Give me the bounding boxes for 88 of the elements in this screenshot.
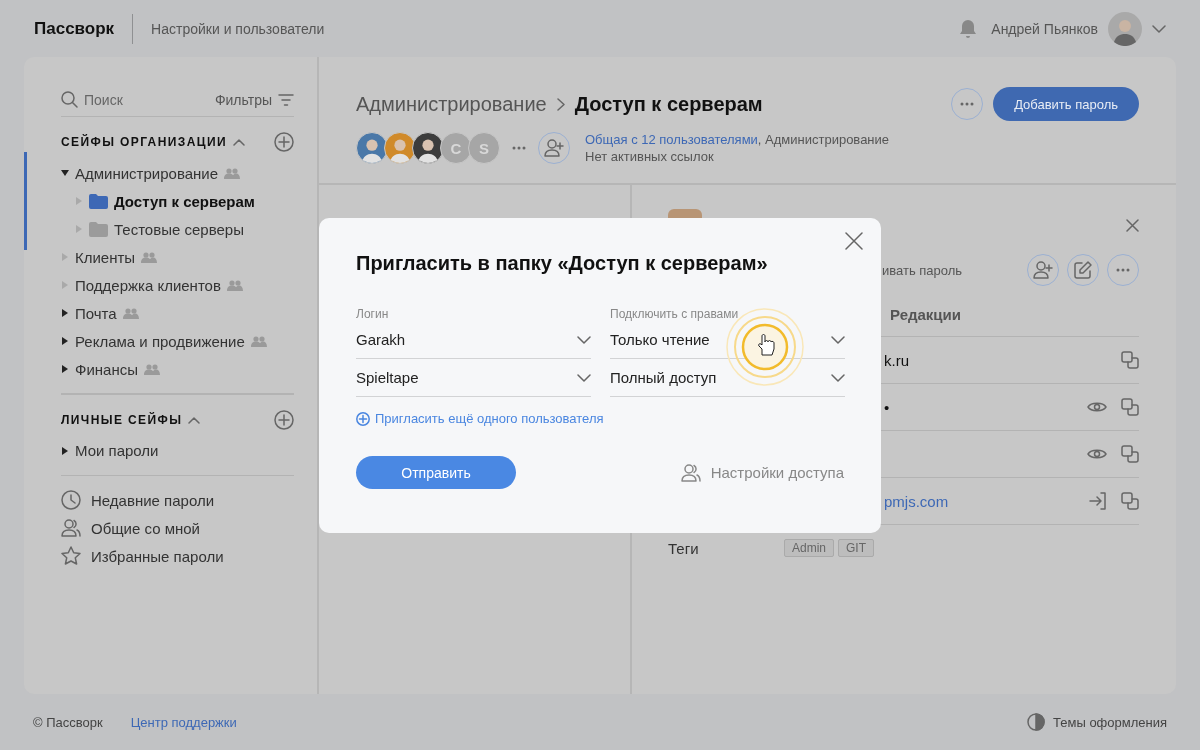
ellipsis-icon [512,146,526,150]
nav-link[interactable]: Недавние пароли [91,491,215,509]
people-icon [122,307,139,319]
people-icon [226,279,243,291]
history-tab[interactable]: Редакции [890,305,961,323]
copy-icon [1121,492,1139,510]
sharing-info: Общая с 12 пользователями, Администрирование [585,131,890,148]
people-icon [141,251,158,263]
eye-icon [1087,400,1107,414]
search-field[interactable]: Поиск [78,91,174,108]
people-icon [144,363,160,375]
filter-icon [278,93,294,106]
chevron-up-icon [232,138,245,146]
person-add-icon [1033,261,1053,279]
login-select[interactable]: Spieltape [356,359,591,397]
logo[interactable]: Пассворк [34,18,115,39]
eye-icon [1087,447,1107,461]
clock-icon [61,490,81,510]
people-icon [680,463,701,482]
hint-text: ивать пароль [882,262,963,278]
person-add-icon [544,139,564,157]
copy-icon [1121,445,1139,463]
vault-item[interactable]: Тестовые серверы [114,220,244,238]
user-name[interactable]: Андрей Пьянков [991,20,1098,37]
caret-icon[interactable] [61,365,69,373]
user-avatar[interactable] [1108,11,1142,46]
people-icon [250,335,267,347]
avatar[interactable] [384,132,416,164]
tags-label: Теги [668,539,700,557]
vault-item[interactable]: Доступ к серверам [114,192,255,210]
copyright-text: © Пассворк [33,714,103,730]
close-button[interactable] [1126,219,1139,232]
people-icon [61,519,81,537]
links-status: Нет активных ссылок [585,148,715,165]
login-select[interactable]: Garakh [356,321,591,359]
field-value: k.ru [884,351,909,369]
dialog-title: Пригласить в папку «Доступ к серверам» [356,252,769,275]
people-icon [224,167,241,179]
vault-item[interactable]: Администрирование [75,164,219,182]
ellipsis-icon [1116,268,1130,272]
login-icon [1089,492,1107,510]
plus-icon [274,409,294,430]
section-title: Настройки и пользователи [151,20,325,37]
page-title: Доступ к серверам [574,92,763,116]
copy-icon [1121,398,1139,416]
chevron-up-icon [188,415,201,424]
ellipsis-icon [960,102,975,106]
edit-icon [1074,261,1092,279]
themes-link[interactable]: Темы оформления [1053,714,1167,730]
filters-link[interactable]: Фильтры [214,91,272,108]
search-icon [61,91,78,108]
close-button[interactable] [845,232,863,250]
caret-icon[interactable] [61,169,69,177]
field-label: Подключить с правами [610,307,740,321]
send-button[interactable]: Отправить [356,456,516,489]
vault-item[interactable]: Поддержка клиентов [75,276,221,294]
plus-icon [274,132,294,152]
field-label: Логин [356,307,390,321]
section-title: СЕЙФЫ ОРГАНИЗАЦИИ [61,135,227,149]
password-dots: • [884,398,890,416]
chevron-down-icon [577,373,591,382]
chevron-down-icon [831,335,845,344]
nav-link[interactable]: Избранные пароли [91,547,224,565]
close-icon [845,232,863,250]
vault-item[interactable]: Реклама и продвижение [75,332,245,350]
copy-icon [1121,351,1139,369]
caret-icon[interactable] [61,309,69,317]
section-title: ЛИЧНЫЕ СЕЙФЫ [61,412,183,427]
vault-item[interactable]: Мои пароли [75,442,159,459]
vault-item[interactable]: Финансы [75,360,138,378]
theme-icon [1027,713,1046,731]
star-icon [61,546,81,566]
vault-item[interactable]: Клиенты [75,248,136,266]
chevron-down-icon [1152,24,1166,33]
plus-icon [356,411,370,426]
chevron-down-icon [577,335,591,344]
invite-another-link[interactable]: Пригласить ещё одного пользователя [356,411,604,426]
close-icon [1126,219,1139,232]
caret-icon[interactable] [61,337,69,345]
vault-item[interactable]: Почта [75,304,117,322]
chevron-right-icon [556,97,565,111]
bell-icon [959,18,978,39]
nav-link[interactable]: Общие со мной [91,519,200,537]
caret-icon[interactable] [61,446,69,455]
chevron-down-icon [831,373,845,382]
avatar[interactable] [412,132,444,164]
breadcrumb-link[interactable]: Администрирование [356,92,547,116]
add-password-button[interactable]: Добавить пароль [993,87,1139,121]
